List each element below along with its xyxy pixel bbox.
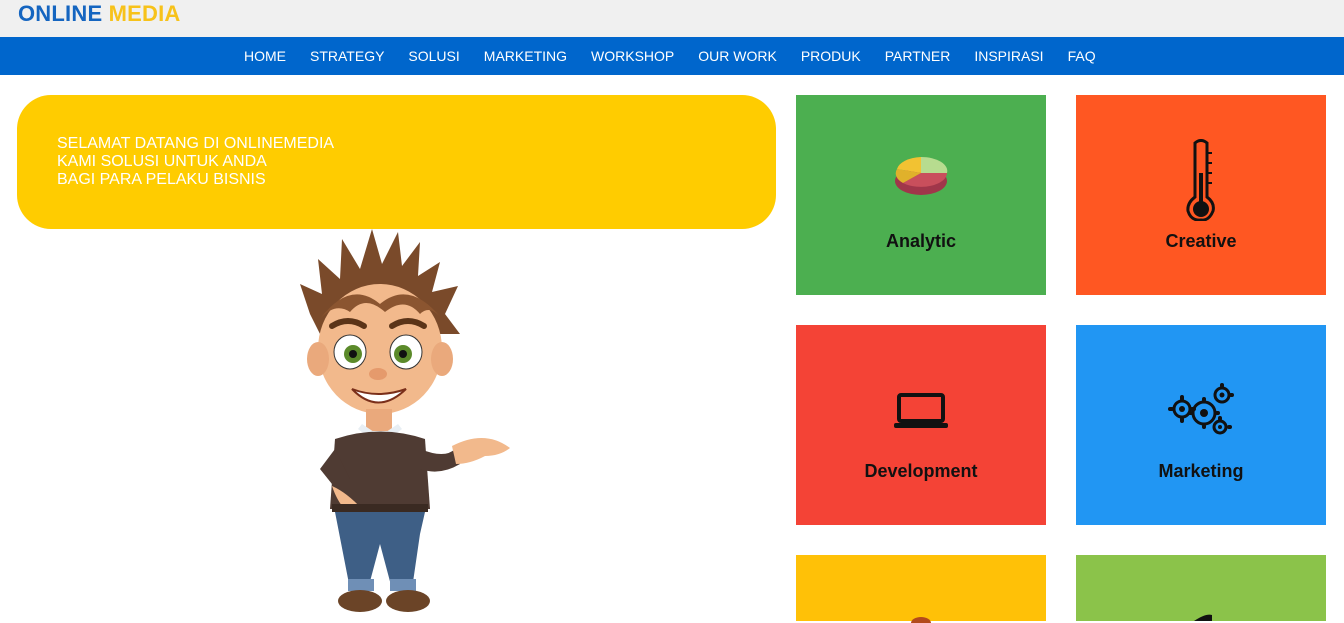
nav-faq[interactable]: FAQ (1056, 37, 1108, 75)
welcome-line-3: BAGI PARA PELAKU BISNIS (57, 171, 266, 188)
thermometer-icon (1186, 139, 1215, 221)
nav-home[interactable]: HOME (232, 37, 298, 75)
service-tile-6[interactable] (1076, 555, 1326, 621)
nav-inspirasi[interactable]: INSPIRASI (962, 37, 1055, 75)
nav-workshop[interactable]: WORKSHOP (579, 37, 686, 75)
logo-text-online: ONLINE (18, 1, 103, 26)
service-tile-analytic[interactable]: Analytic (796, 95, 1046, 295)
partial-icon (1194, 614, 1212, 621)
nav-solusi[interactable]: SOLUSI (396, 37, 471, 75)
welcome-line-2: KAMI SOLUSI UNTUK ANDA (57, 153, 267, 170)
tile-label: Marketing (1158, 461, 1244, 481)
site-logo[interactable]: ONLINE MEDIA (18, 1, 181, 27)
service-tile-5[interactable] (796, 555, 1046, 623)
nav-produk[interactable]: PRODUK (789, 37, 873, 75)
top-bar: ONLINE MEDIA (0, 0, 1344, 37)
service-tile-marketing[interactable]: Marketing (1076, 325, 1326, 525)
gears-icon (1168, 383, 1234, 435)
main-navigation: HOME STRATEGY SOLUSI MARKETING WORKSHOP … (0, 37, 1344, 75)
nav-marketing[interactable]: MARKETING (472, 37, 579, 75)
nav-our-work[interactable]: OUR WORK (686, 37, 789, 75)
mascot-illustration (300, 229, 510, 612)
logo-text-media: MEDIA (108, 1, 181, 26)
pie-chart-icon (895, 156, 948, 195)
partial-icon (911, 617, 931, 623)
nav-partner[interactable]: PARTNER (873, 37, 963, 75)
tile-label: Analytic (885, 231, 957, 251)
welcome-banner: SELAMAT DATANG DI ONLINEMEDIA KAMI SOLUS… (17, 95, 776, 229)
nav-strategy[interactable]: STRATEGY (298, 37, 396, 75)
laptop-icon (894, 393, 948, 428)
tile-label: Creative (1165, 231, 1237, 251)
service-tile-development[interactable]: Development (796, 325, 1046, 525)
service-tile-creative[interactable]: Creative (1076, 95, 1326, 295)
welcome-line-1: SELAMAT DATANG DI ONLINEMEDIA (57, 135, 335, 152)
tile-label: Development (864, 461, 978, 481)
